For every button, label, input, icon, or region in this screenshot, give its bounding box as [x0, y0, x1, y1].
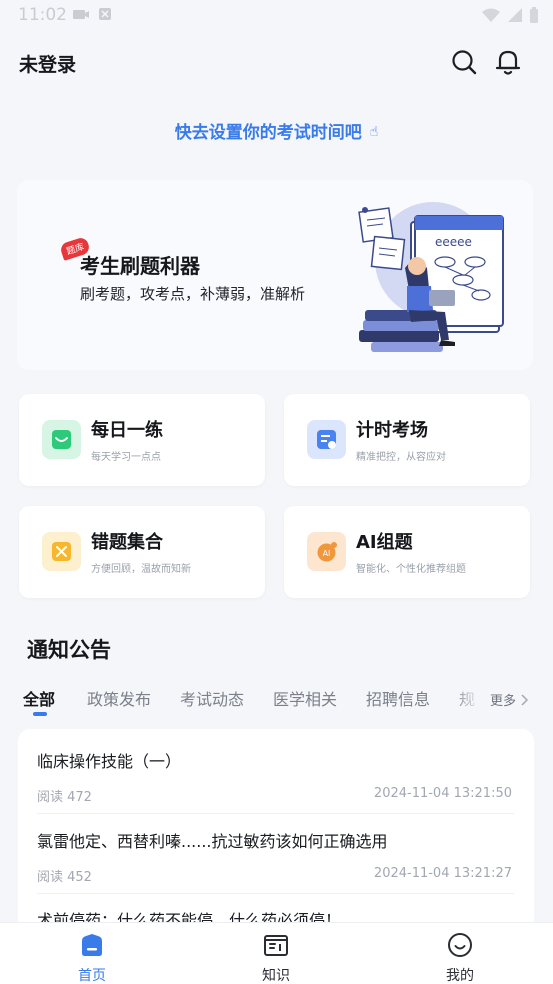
camera-icon: [73, 10, 89, 19]
svg-text:eeeee: eeeee: [435, 235, 472, 249]
card-subtitle: 方便回顾，温故而知新: [91, 564, 191, 575]
search-icon[interactable]: [450, 48, 478, 76]
banner-subtitle: 刷考题，攻考点，补薄弱，准解析: [80, 285, 306, 303]
exam-time-hint-text: 快去设置你的考试时间吧: [174, 123, 362, 143]
wrong-answer-icon: [42, 532, 81, 571]
tab-recruitment[interactable]: 招聘信息: [366, 686, 430, 710]
ai-question-card[interactable]: AI AI组题 智能化、个性化推荐组题: [284, 506, 530, 598]
more-button[interactable]: 更多: [490, 690, 529, 709]
active-tab-indicator: [33, 712, 47, 716]
timed-exam-card[interactable]: 计时考场 精准把控，从容应对: [284, 394, 530, 486]
app-notification-icon: [99, 8, 111, 20]
wrong-answers-card[interactable]: 错题集合 方便回顾，温故而知新: [19, 506, 265, 598]
card-title: 计时考场: [356, 420, 428, 441]
wifi-icon: [482, 8, 500, 22]
timer-paper-icon: [307, 420, 346, 459]
card-title: AI组题: [356, 532, 413, 553]
notice-heading: 通知公告: [27, 638, 111, 662]
status-time: 11:02: [18, 5, 67, 25]
nav-label: 首页: [78, 968, 106, 984]
tabs-fade: [452, 684, 482, 714]
notice-list: 临床操作技能（一） 阅读 472 2024-11-04 13:21:50 氯雷他…: [18, 729, 534, 929]
chevron-right-icon: [521, 693, 529, 706]
login-status[interactable]: 未登录: [19, 50, 76, 77]
hand-pointer-icon: ☝: [369, 124, 379, 140]
nav-label: 知识: [262, 968, 290, 984]
divider: [37, 813, 514, 814]
read-count: 阅读 472: [37, 790, 92, 805]
nav-knowledge[interactable]: 知识: [216, 923, 336, 984]
daily-practice-card[interactable]: 每日一练 每天学习一点点: [19, 394, 265, 486]
status-system-icons: [481, 6, 539, 24]
card-subtitle: 智能化、个性化推荐组题: [356, 564, 466, 575]
nav-home[interactable]: 首页: [32, 923, 152, 984]
notice-tabs: 全部 政策发布 考试动态 医学相关 招聘信息 规 更多: [0, 684, 553, 720]
profile-smile-icon: [448, 933, 472, 957]
card-title: 错题集合: [91, 532, 163, 553]
nav-label: 我的: [446, 968, 474, 984]
top-bar: 未登录: [0, 36, 553, 90]
tab-policy[interactable]: 政策发布: [87, 686, 151, 710]
home-icon: [82, 934, 102, 956]
ai-icon: AI: [307, 532, 346, 571]
notice-title: 氯雷他定、西替利嗪......抗过敏药该如何正确选用: [37, 832, 388, 851]
ai-icon-text: AI: [323, 549, 331, 558]
divider: [37, 893, 514, 894]
notice-title: 临床操作技能（一）: [37, 752, 182, 771]
tab-medical[interactable]: 医学相关: [273, 686, 337, 710]
calendar-check-icon: [42, 420, 81, 459]
card-subtitle: 精准把控，从容应对: [356, 452, 446, 463]
signal-icon: [508, 8, 522, 22]
card-subtitle: 每天学习一点点: [91, 452, 161, 463]
status-bar: 11:02: [0, 0, 553, 32]
list-item[interactable]: 氯雷他定、西替利嗪......抗过敏药该如何正确选用 阅读 452 2024-1…: [37, 828, 512, 885]
tab-exam-news[interactable]: 考试动态: [180, 686, 244, 710]
publish-time: 2024-11-04 13:21:27: [373, 866, 512, 881]
exam-time-hint[interactable]: 快去设置你的考试时间吧 ☝: [0, 118, 553, 143]
student-study-illustration: eeeee: [358, 202, 504, 352]
banner-title: 考生刷题利器: [80, 254, 200, 278]
card-title: 每日一练: [91, 420, 163, 441]
more-label: 更多: [490, 694, 517, 709]
bell-icon[interactable]: [494, 48, 522, 76]
publish-time: 2024-11-04 13:21:50: [373, 786, 512, 801]
nav-profile[interactable]: 我的: [400, 923, 520, 984]
status-notification-icons: [72, 7, 112, 21]
promo-banner[interactable]: 题库 考生刷题利器 刷考题，攻考点，补薄弱，准解析 eeeee: [17, 180, 533, 370]
book-icon: [264, 935, 288, 956]
list-item[interactable]: 临床操作技能（一） 阅读 472 2024-11-04 13:21:50: [37, 748, 512, 805]
read-count: 阅读 452: [37, 870, 92, 885]
tab-all[interactable]: 全部: [23, 686, 55, 710]
bottom-nav: 首页 知识 我的: [0, 922, 553, 984]
battery-icon: [530, 7, 538, 23]
